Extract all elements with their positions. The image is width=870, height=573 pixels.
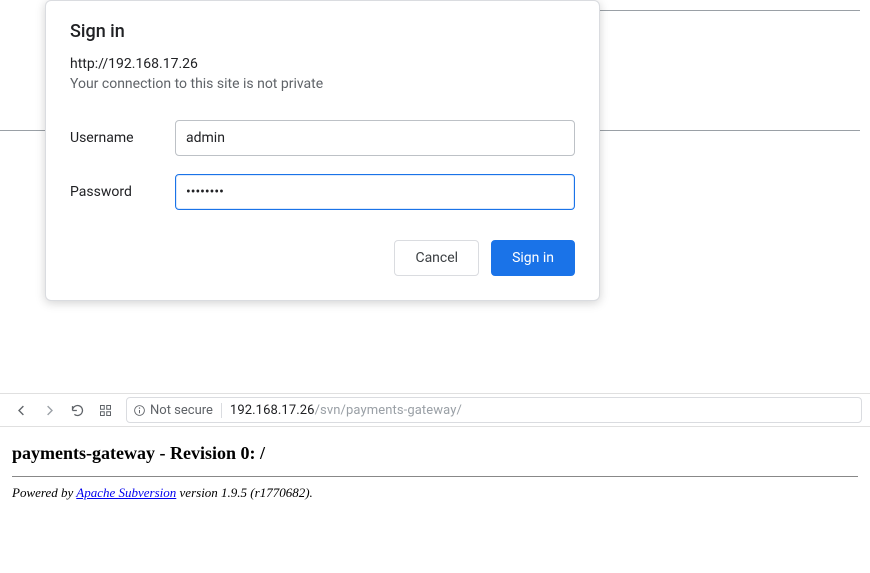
- signin-button[interactable]: Sign in: [491, 240, 575, 276]
- dialog-title: Sign in: [70, 21, 575, 42]
- info-icon: [133, 404, 146, 417]
- username-row: Username: [70, 120, 575, 156]
- page-content: payments-gateway - Revision 0: / Powered…: [0, 427, 870, 501]
- dialog-warning: Your connection to this site is not priv…: [70, 76, 575, 92]
- grid-icon: [98, 403, 113, 418]
- password-row: Password: [70, 174, 575, 210]
- security-label: Not secure: [150, 403, 213, 418]
- password-input[interactable]: [175, 174, 575, 210]
- url-text: 192.168.17.26/svn/payments-gateway/: [222, 403, 462, 418]
- url-path: /svn/payments-gateway/: [315, 403, 462, 418]
- security-indicator[interactable]: Not secure: [133, 403, 222, 418]
- apache-subversion-link[interactable]: Apache Subversion: [76, 485, 176, 500]
- username-input[interactable]: [175, 120, 575, 156]
- divider: [12, 476, 858, 477]
- page-footer: Powered by Apache Subversion version 1.9…: [12, 485, 858, 501]
- cancel-button[interactable]: Cancel: [394, 240, 479, 276]
- browser-toolbar: Not secure 192.168.17.26/svn/payments-ga…: [0, 393, 870, 427]
- chevron-left-icon: [14, 403, 29, 418]
- page-heading: payments-gateway - Revision 0: /: [12, 443, 858, 464]
- footer-prefix: Powered by: [12, 485, 76, 500]
- dialog-url: http://192.168.17.26: [70, 56, 575, 72]
- chevron-right-icon: [42, 403, 57, 418]
- apps-button[interactable]: [92, 397, 118, 423]
- dialog-actions: Cancel Sign in: [70, 240, 575, 276]
- browser-section: Not secure 192.168.17.26/svn/payments-ga…: [0, 393, 870, 501]
- forward-button[interactable]: [36, 397, 62, 423]
- reload-icon: [70, 403, 85, 418]
- password-label: Password: [70, 184, 175, 200]
- back-button[interactable]: [8, 397, 34, 423]
- auth-dialog: Sign in http://192.168.17.26 Your connec…: [45, 0, 600, 301]
- reload-button[interactable]: [64, 397, 90, 423]
- address-bar[interactable]: Not secure 192.168.17.26/svn/payments-ga…: [126, 397, 862, 423]
- username-label: Username: [70, 130, 175, 146]
- footer-suffix: version 1.9.5 (r1770682).: [176, 485, 313, 500]
- url-host: 192.168.17.26: [230, 403, 315, 418]
